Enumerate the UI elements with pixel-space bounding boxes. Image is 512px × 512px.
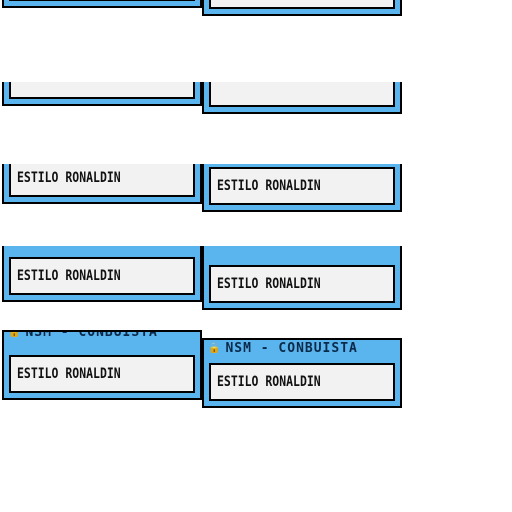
card-inner [9,0,195,1]
card-inner: ESTILO RONALDIN [9,355,195,393]
card-header: 🔒 NSM - CONBUISTA [4,330,200,342]
card-inner: ESTILO RONALDIN [209,265,395,303]
card-inner: ESTILO RONALDIN [9,257,195,295]
card-inner: ESTILO RONALDIN [209,363,395,401]
lock-icon: 🔒 [208,343,222,354]
card-right-4[interactable]: ESTILO RONALDIN [202,240,402,310]
strip-gap [0,17,512,82]
strip-gap [0,213,512,246]
card-inner [209,0,395,9]
card-left-5[interactable]: 🔒 NSM - CONBUISTA ESTILO RONALDIN [2,330,202,400]
card-header: 🔒 NSM - CONBUISTA [204,340,400,358]
card-label: ESTILO RONALDIN [217,178,321,194]
card-right-5[interactable]: 🔒 NSM - CONBUISTA ESTILO RONALDIN [202,338,402,408]
card-label: ESTILO RONALDIN [217,276,321,292]
card-label: ESTILO RONALDIN [217,374,321,390]
card-inner: ESTILO RONALDIN [209,167,395,205]
strip-gap [0,115,512,164]
card-inner: ESTILO RONALDIN [9,159,195,197]
card-label: ESTILO RONALDIN [17,268,121,284]
card-right-1[interactable] [202,0,402,16]
strip-gap [0,311,512,328]
lock-icon: 🔒 [8,330,22,338]
card-label: ESTILO RONALDIN [17,366,121,382]
card-header-text: NSM - CONBUISTA [225,341,358,356]
card-left-1[interactable] [2,0,202,8]
card-header-text: NSM - CONBUISTA [25,330,158,340]
card-label: ESTILO RONALDIN [17,170,121,186]
